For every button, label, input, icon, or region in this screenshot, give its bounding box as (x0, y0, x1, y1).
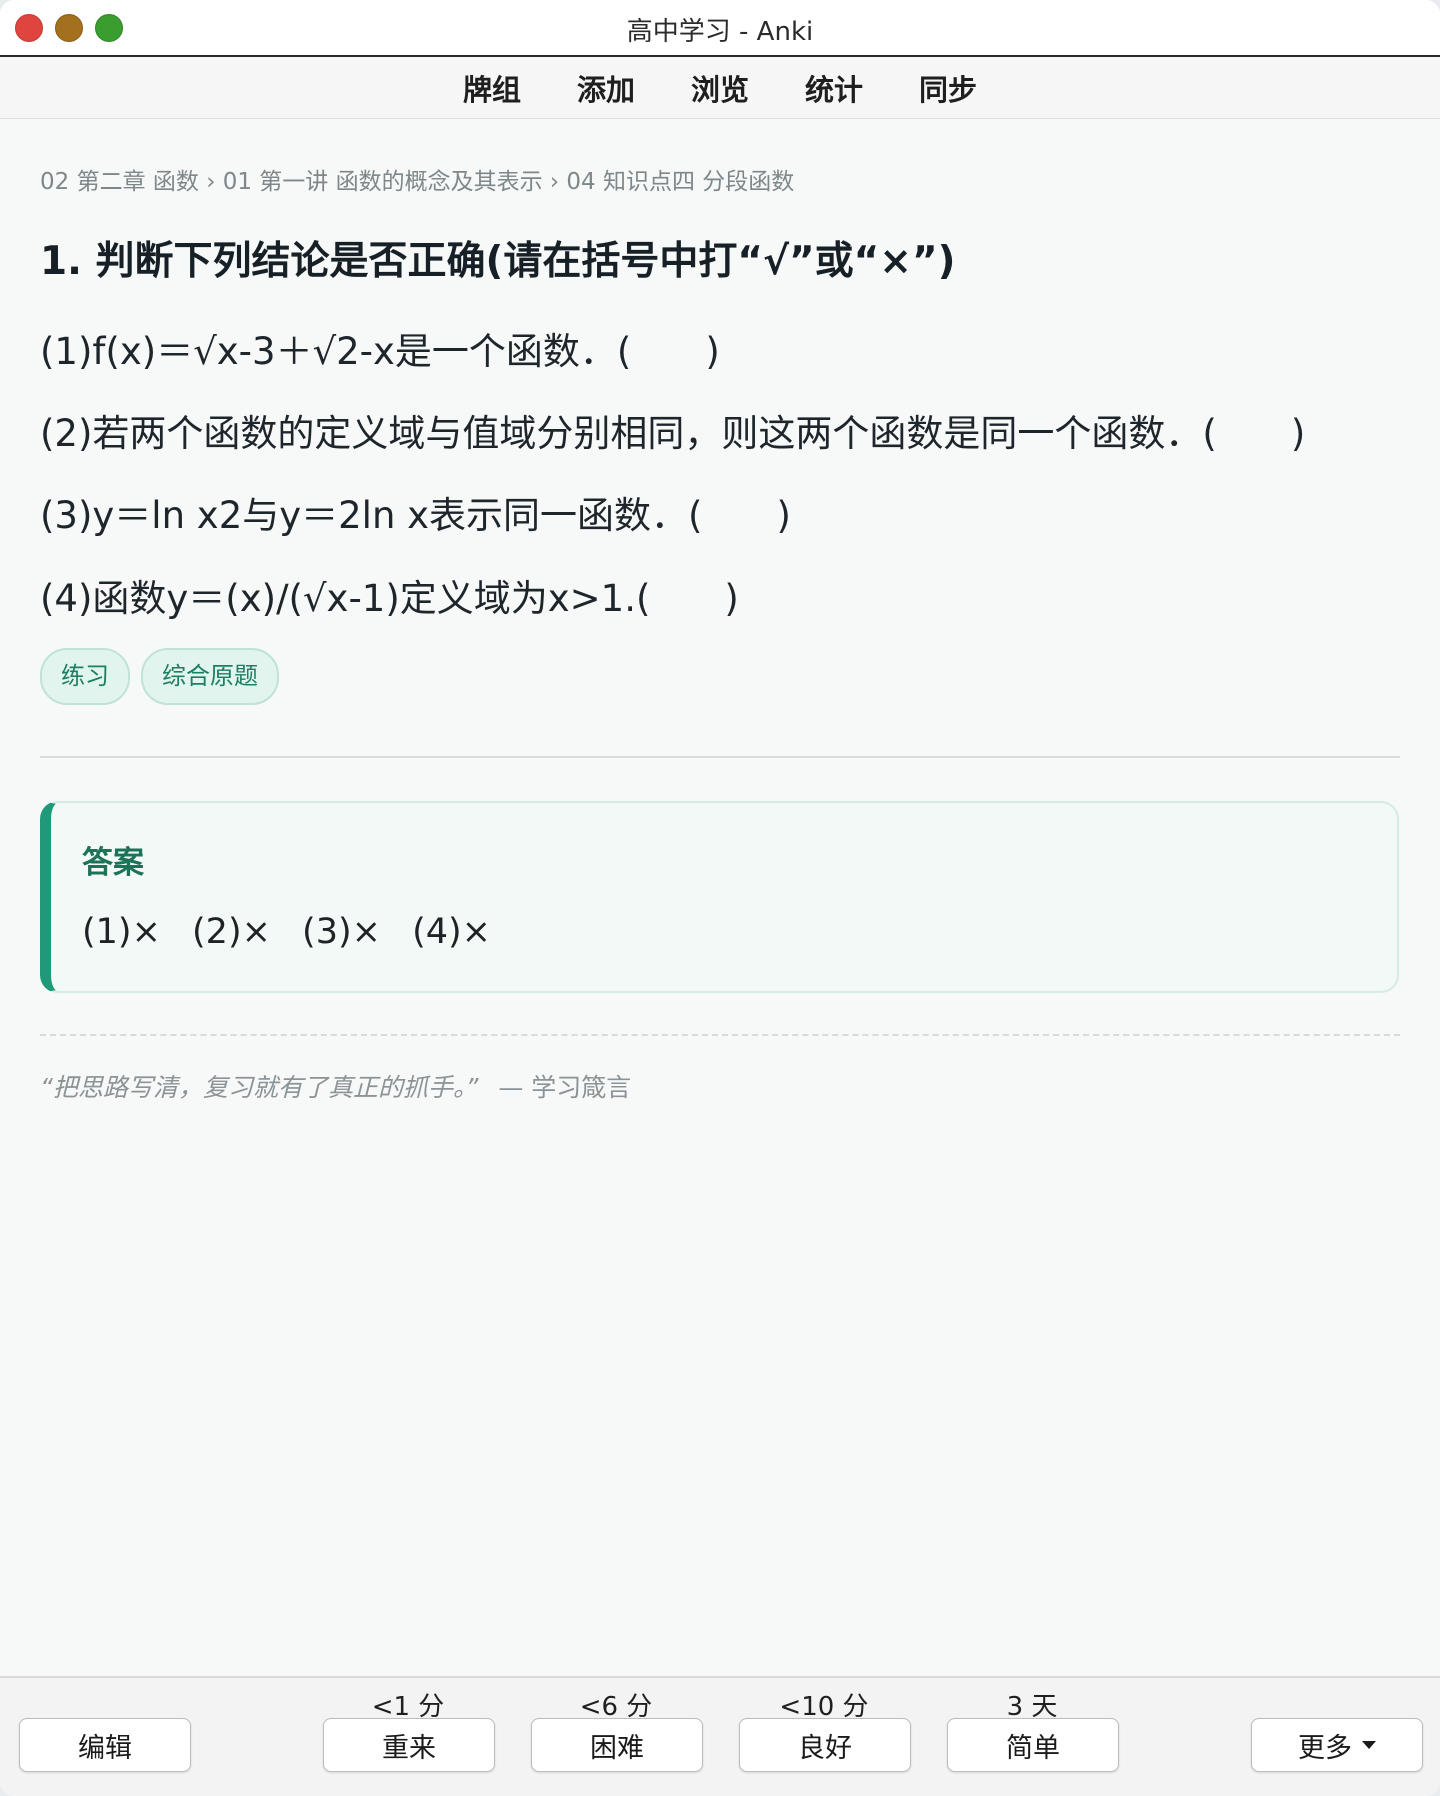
quote-text: “把思路写清，复习就有了真正的抓手。” (40, 1073, 479, 1102)
again-button[interactable]: 重来 (323, 1718, 495, 1772)
easy-button[interactable]: 简单 (947, 1718, 1119, 1772)
quote-source: — 学习箴言 (498, 1073, 632, 1102)
question-item-3: (3)y＝ln x2与y＝2ln x表示同一函数．( ) (40, 494, 791, 537)
breadcrumb: 02 第二章 函数 › 01 第一讲 函数的概念及其表示 › 04 知识点四 分… (40, 169, 795, 195)
tag-original-problem[interactable]: 综合原题 (141, 648, 279, 705)
tag-list: 练习 综合原题 (40, 648, 279, 705)
window-title: 高中学习 - Anki (626, 17, 814, 47)
question-item-1: (1)f(x)＝√x-3＋√2-x是一个函数．( ) (40, 330, 720, 373)
question-item-2: (2)若两个函数的定义域与值域分别相同，则这两个函数是同一个函数．( ) (40, 412, 1306, 455)
dashed-divider (40, 1034, 1400, 1036)
menu-browse[interactable]: 浏览 (691, 67, 749, 109)
edit-button[interactable]: 编辑 (19, 1718, 191, 1772)
top-menu: 牌组 添加 浏览 统计 同步 (0, 57, 1440, 119)
answer-text: (1)× (2)× (3)× (4)× (82, 912, 491, 952)
answer-card: 答案 (1)× (2)× (3)× (4)× (40, 801, 1399, 993)
question-title: 1. 判断下列结论是否正确(请在括号中打“√”或“×”) (40, 239, 956, 284)
title-bar: 高中学习 - Anki (0, 0, 1440, 57)
menu-decks[interactable]: 牌组 (463, 67, 521, 109)
anki-window: 高中学习 - Anki 牌组 添加 浏览 统计 同步 02 第二章 函数 › 0… (0, 0, 1440, 1796)
quote: “把思路写清，复习就有了真正的抓手。” — 学习箴言 (40, 1068, 631, 1104)
menu-add[interactable]: 添加 (577, 67, 635, 109)
menu-stats[interactable]: 统计 (805, 67, 863, 109)
hard-button[interactable]: 困难 (531, 1718, 703, 1772)
answer-label: 答案 (82, 845, 144, 881)
more-label: 更多 (1298, 1732, 1352, 1764)
bottom-bar: 编辑 <1 分 重来 <6 分 困难 <10 分 良好 3 天 简单 更多 (0, 1676, 1440, 1796)
more-button[interactable]: 更多 (1251, 1718, 1423, 1772)
tag-practice[interactable]: 练习 (40, 648, 130, 705)
caret-down-icon (1362, 1741, 1376, 1749)
question-item-4: (4)函数y＝(x)/(√x-1)定义域为x>1.( ) (40, 577, 739, 620)
good-button[interactable]: 良好 (739, 1718, 911, 1772)
menu-sync[interactable]: 同步 (919, 67, 977, 109)
divider (40, 756, 1400, 758)
